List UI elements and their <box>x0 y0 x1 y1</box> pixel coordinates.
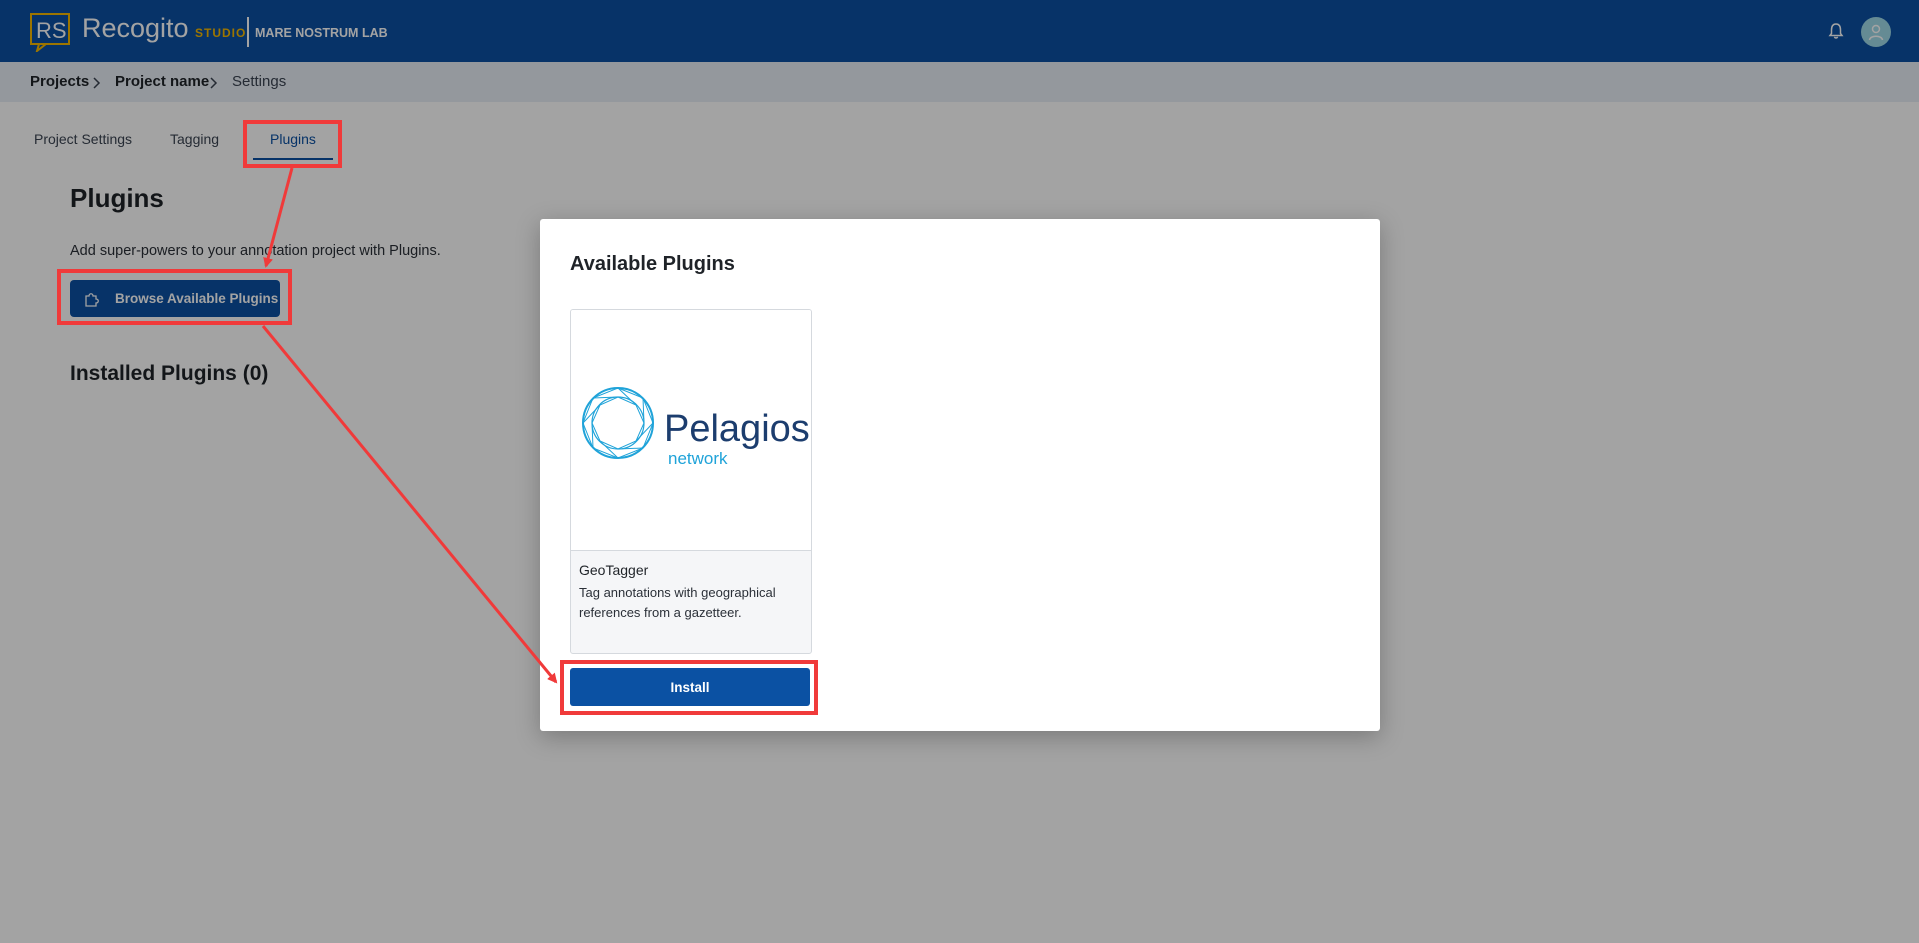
plugin-logo: Pelagios network <box>571 310 811 551</box>
plugin-name: GeoTagger <box>579 562 649 578</box>
dialog-title: Available Plugins <box>570 253 735 275</box>
plugin-card: Pelagios network GeoTagger Tag annotatio… <box>570 309 812 654</box>
highlight-plugins-tab <box>243 120 342 168</box>
highlight-install-button <box>560 660 818 715</box>
plugin-description: Tag annotations with geographical refere… <box>579 585 776 620</box>
logo-subword: network <box>668 449 728 468</box>
highlight-browse-button <box>57 269 292 325</box>
logo-word: Pelagios <box>664 408 810 450</box>
pelagios-logo-icon: Pelagios network <box>582 387 810 468</box>
available-plugins-dialog: Available Plugins Pelagios network GeoTa… <box>540 219 1380 731</box>
